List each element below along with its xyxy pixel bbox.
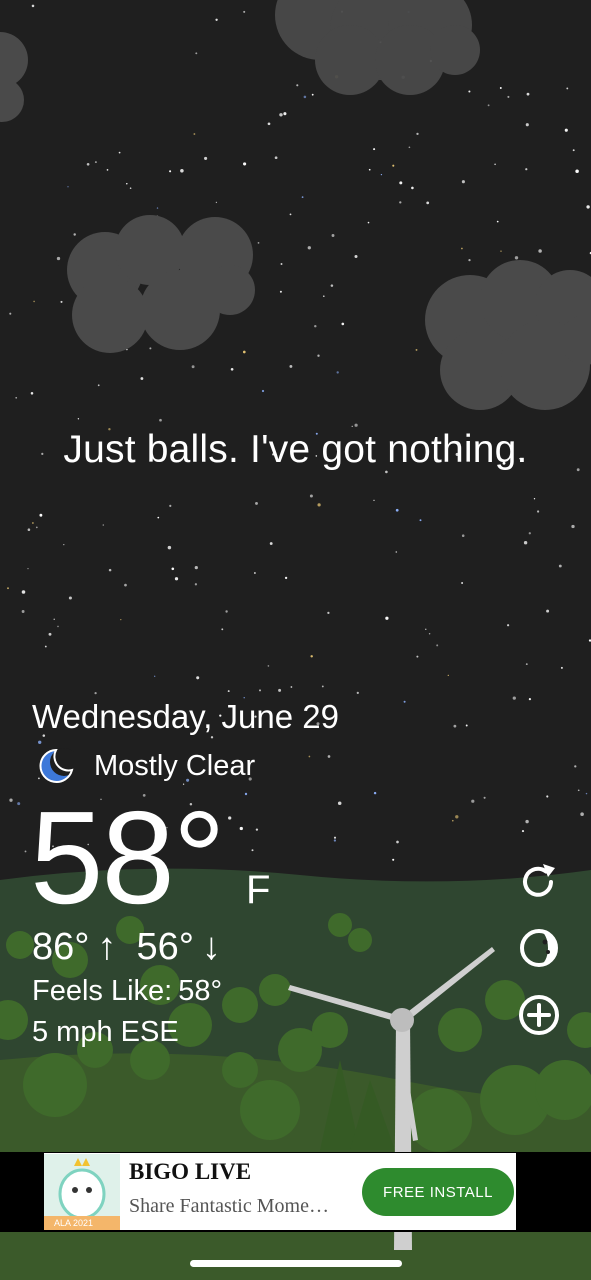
ad-title: BIGO LIVE — [129, 1159, 252, 1184]
feels-like-value: 58° — [178, 975, 223, 1007]
wind-label: 5 mph ESE — [32, 1016, 179, 1048]
date-label: Wednesday, June 29 — [32, 698, 339, 735]
moon-icon — [39, 748, 74, 783]
low-temp: 56° — [136, 926, 194, 968]
ad-banner[interactable]: ALA 2021 BIGO LIVE Share Fantastic Mome…… — [0, 1152, 591, 1232]
high-temp: 86° — [32, 926, 90, 968]
weather-scene-background — [0, 0, 591, 1280]
down-arrow-icon: ↓ — [201, 926, 221, 968]
condition-label: Mostly Clear — [94, 749, 256, 782]
current-temperature: 58° — [30, 784, 226, 931]
weather-quip: Just balls. I've got nothing. — [63, 428, 528, 471]
feels-like-label: Feels Like: — [32, 975, 173, 1007]
high-low-row: 86° ↑ 56° ↓ — [32, 926, 233, 969]
ad-logo-text: ALA 2021 — [54, 1217, 94, 1228]
refresh-icon[interactable] — [517, 860, 561, 904]
feels-like-row: Feels Like: 58° — [32, 975, 222, 1008]
ad-app-logo: ALA 2021 — [44, 1153, 120, 1230]
add-location-button[interactable] — [517, 993, 561, 1037]
cloud-right — [425, 260, 591, 410]
ad-card[interactable]: ALA 2021 BIGO LIVE Share Fantastic Mome…… — [44, 1153, 516, 1230]
home-indicator[interactable] — [190, 1260, 402, 1267]
ad-subtitle: Share Fantastic Mome… — [129, 1195, 329, 1217]
condition-row: Mostly Clear — [38, 746, 255, 786]
temperature-unit[interactable]: F — [246, 868, 270, 913]
free-install-button[interactable]: FREE INSTALL — [362, 1168, 514, 1216]
up-arrow-icon: ↑ — [97, 926, 117, 968]
moon-phase-icon[interactable] — [517, 926, 561, 970]
